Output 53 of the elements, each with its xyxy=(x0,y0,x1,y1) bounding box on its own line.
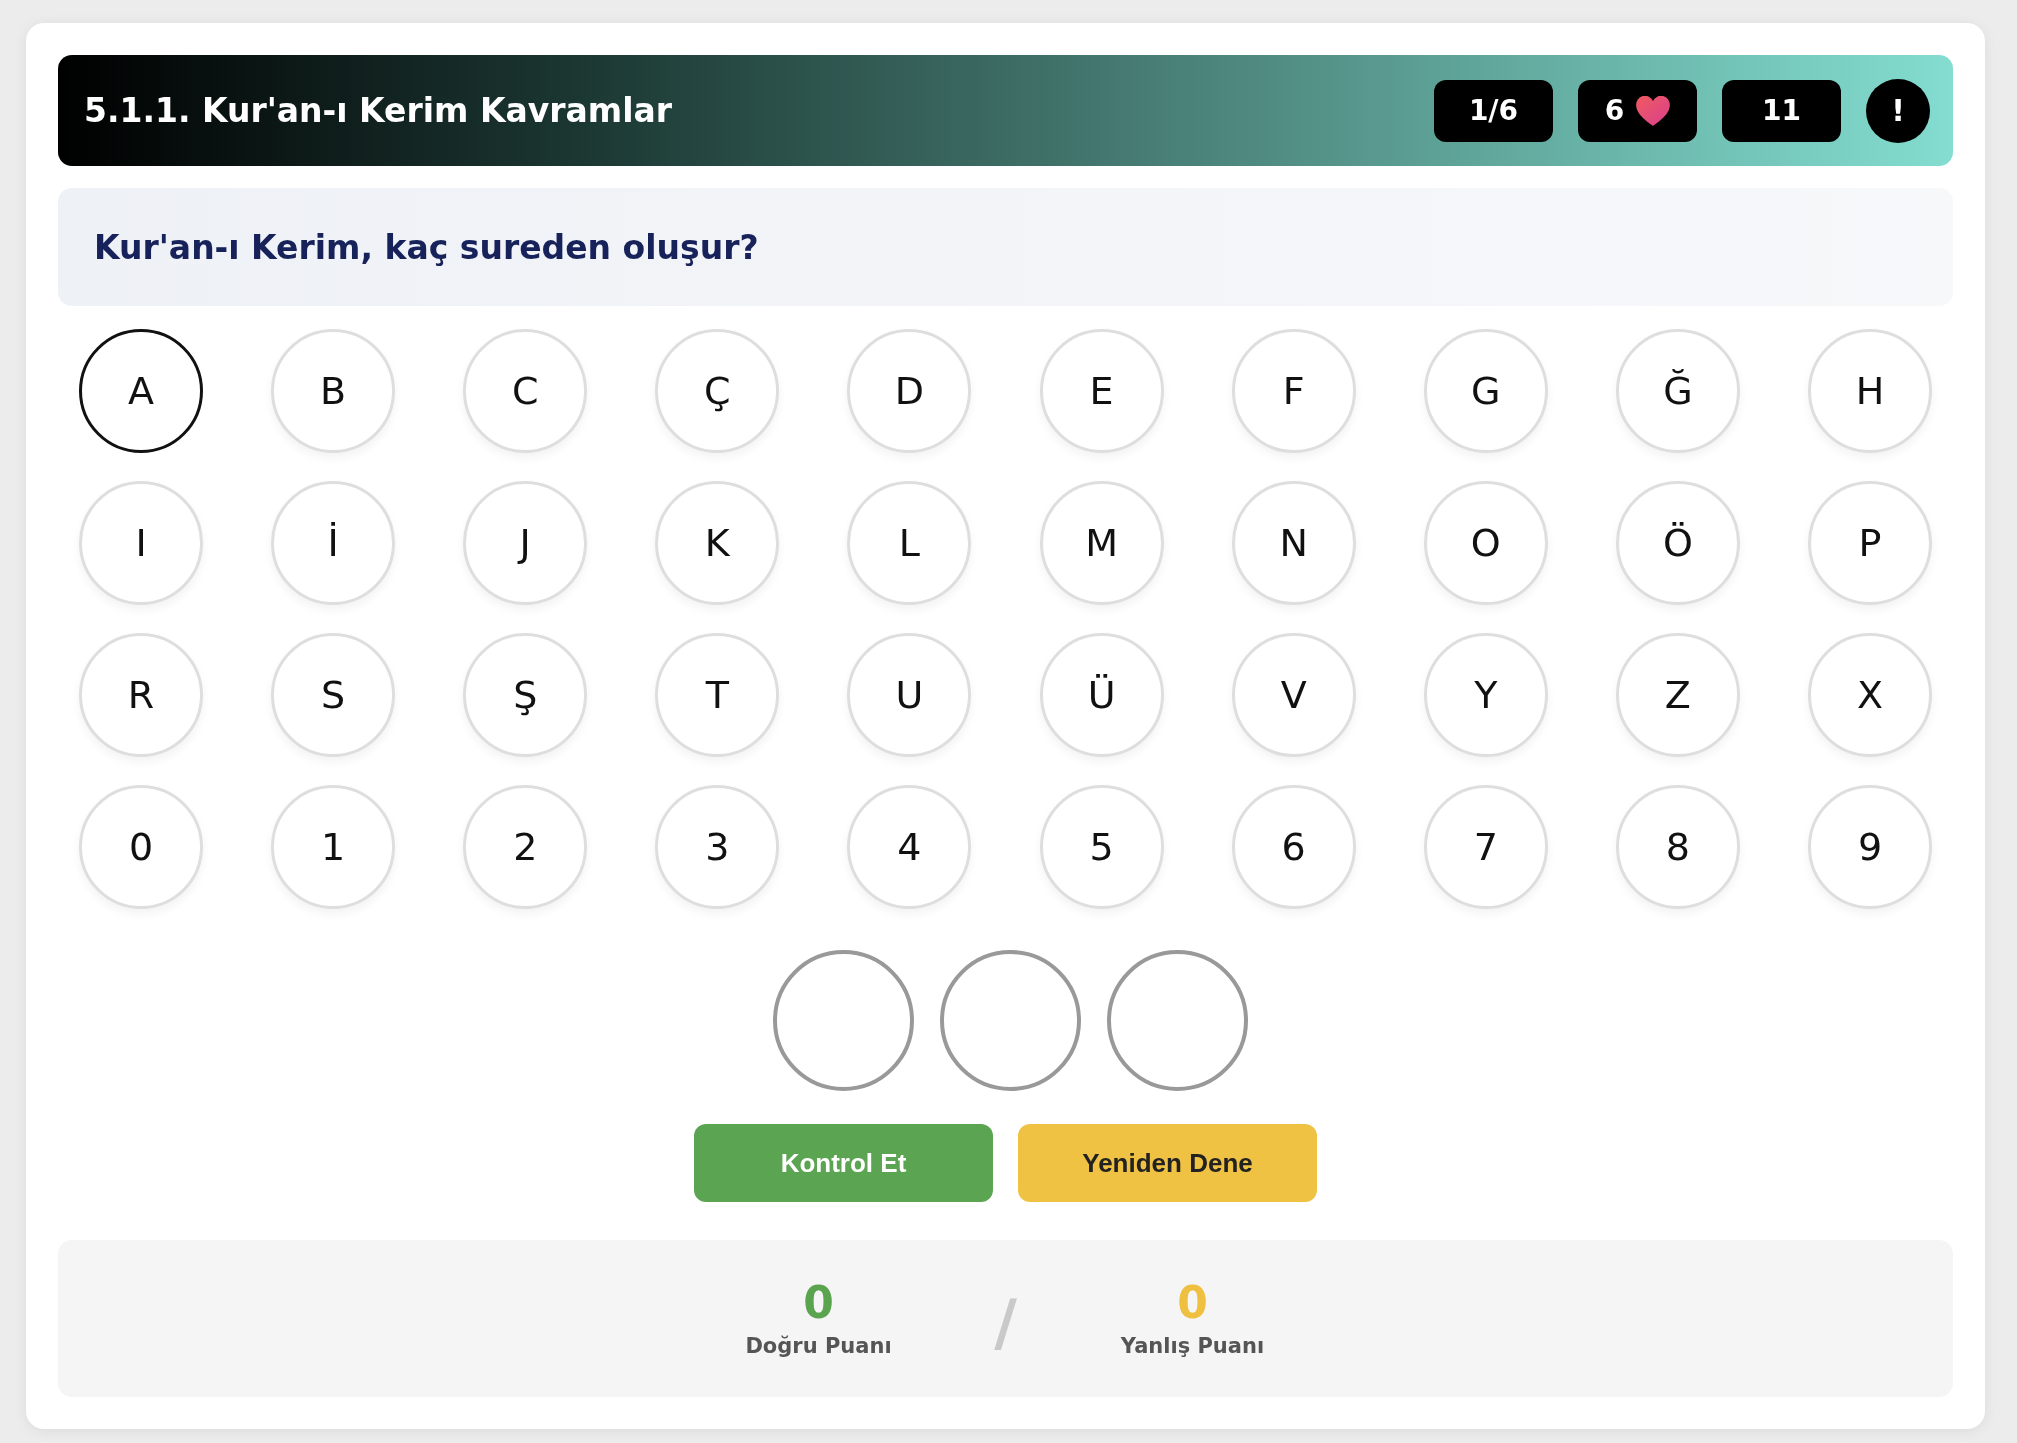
letter-button[interactable]: R xyxy=(79,633,203,757)
letter-button[interactable]: I xyxy=(79,481,203,605)
letter-button[interactable]: B xyxy=(271,329,396,453)
letter-button[interactable]: Y xyxy=(1423,633,1548,757)
score-separator: / xyxy=(993,1286,1018,1359)
score-value: 0 xyxy=(803,1279,834,1328)
letter-button[interactable]: Ş xyxy=(463,633,588,757)
letter-button[interactable]: Ü xyxy=(1039,633,1164,757)
letter-button[interactable]: X xyxy=(1808,633,1932,757)
letter-button[interactable]: 3 xyxy=(655,785,780,909)
letter-button[interactable]: 5 xyxy=(1039,785,1164,909)
letter-button[interactable]: S xyxy=(271,633,396,757)
letter-button[interactable]: A xyxy=(79,329,203,453)
letter-button[interactable]: 8 xyxy=(1615,785,1740,909)
letter-button[interactable]: E xyxy=(1039,329,1164,453)
letter-button[interactable]: F xyxy=(1231,329,1356,453)
letter-button[interactable]: O xyxy=(1423,481,1548,605)
score-label: Doğru Puanı xyxy=(745,1333,892,1358)
letter-button[interactable]: 6 xyxy=(1231,785,1356,909)
quiz-title: 5.1.1. Kur'an-ı Kerim Kavramlar xyxy=(84,91,673,130)
letter-button[interactable]: 1 xyxy=(271,785,396,909)
letter-button[interactable]: D xyxy=(847,329,972,453)
letter-button[interactable]: Z xyxy=(1615,633,1740,757)
letter-button[interactable]: Ö xyxy=(1615,481,1740,605)
letter-button[interactable]: G xyxy=(1423,329,1548,453)
heart-icon xyxy=(1636,95,1671,126)
letter-button[interactable]: Ğ xyxy=(1615,329,1740,453)
letter-button[interactable]: M xyxy=(1039,481,1164,605)
letter-button[interactable]: 2 xyxy=(463,785,588,909)
counter-badge: 1/6 xyxy=(1434,79,1553,142)
letter-button[interactable]: N xyxy=(1231,481,1356,605)
letter-button[interactable]: P xyxy=(1808,481,1932,605)
retry-button[interactable]: Yeniden Dene xyxy=(1018,1124,1317,1202)
letter-button[interactable]: T xyxy=(655,633,780,757)
letter-button[interactable]: 4 xyxy=(847,785,972,909)
letter-button[interactable]: K xyxy=(655,481,780,605)
letter-button[interactable]: 0 xyxy=(79,785,203,909)
letter-button[interactable]: H xyxy=(1808,329,1932,453)
letter-button[interactable]: 7 xyxy=(1423,785,1548,909)
letter-button[interactable]: Ç xyxy=(655,329,780,453)
question-text: Kur'an-ı Kerim, kaç sureden oluşur? xyxy=(94,227,759,267)
letter-button[interactable]: L xyxy=(847,481,972,605)
letter-button[interactable]: J xyxy=(463,481,588,605)
letter-button[interactable]: İ xyxy=(271,481,396,605)
score-value: 0 xyxy=(1177,1279,1208,1328)
counter-badge: 11 xyxy=(1722,79,1841,142)
lives-count: 6 xyxy=(1604,94,1625,127)
letter-button[interactable]: U xyxy=(847,633,972,757)
letter-button[interactable]: V xyxy=(1231,633,1356,757)
score-label: Yanlış Puanı xyxy=(1120,1333,1265,1358)
letter-button[interactable]: C xyxy=(463,329,588,453)
info-button[interactable]: ! xyxy=(1866,78,1930,143)
letter-button[interactable]: 9 xyxy=(1808,785,1932,909)
